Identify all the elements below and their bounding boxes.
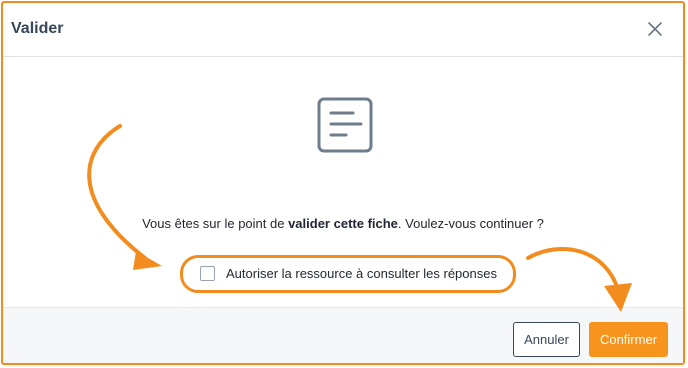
dialog-footer: Annuler Confirmer: [3, 307, 683, 363]
validate-dialog: Valider Vous êtes sur le point de valide…: [1, 1, 685, 365]
message-suffix: . Voulez-vous continuer ?: [397, 216, 544, 231]
dialog-header: Valider: [3, 3, 683, 57]
cancel-button[interactable]: Annuler: [513, 322, 580, 357]
message-bold: valider cette fiche: [288, 216, 398, 231]
confirmation-message: Vous êtes sur le point de valider cette …: [3, 216, 683, 231]
checkbox-box[interactable]: [200, 266, 215, 281]
confirm-button[interactable]: Confirmer: [589, 322, 668, 357]
message-prefix: Vous êtes sur le point de: [142, 216, 289, 231]
document-list-icon: [316, 96, 374, 159]
dialog-body: Vous êtes sur le point de valider cette …: [3, 57, 683, 307]
dialog-title: Valider: [11, 20, 64, 37]
checkbox-label[interactable]: Autoriser la ressource à consulter les r…: [226, 266, 497, 281]
allow-resource-checkbox[interactable]: Autoriser la ressource à consulter les r…: [200, 266, 497, 281]
close-icon[interactable]: [645, 19, 665, 39]
